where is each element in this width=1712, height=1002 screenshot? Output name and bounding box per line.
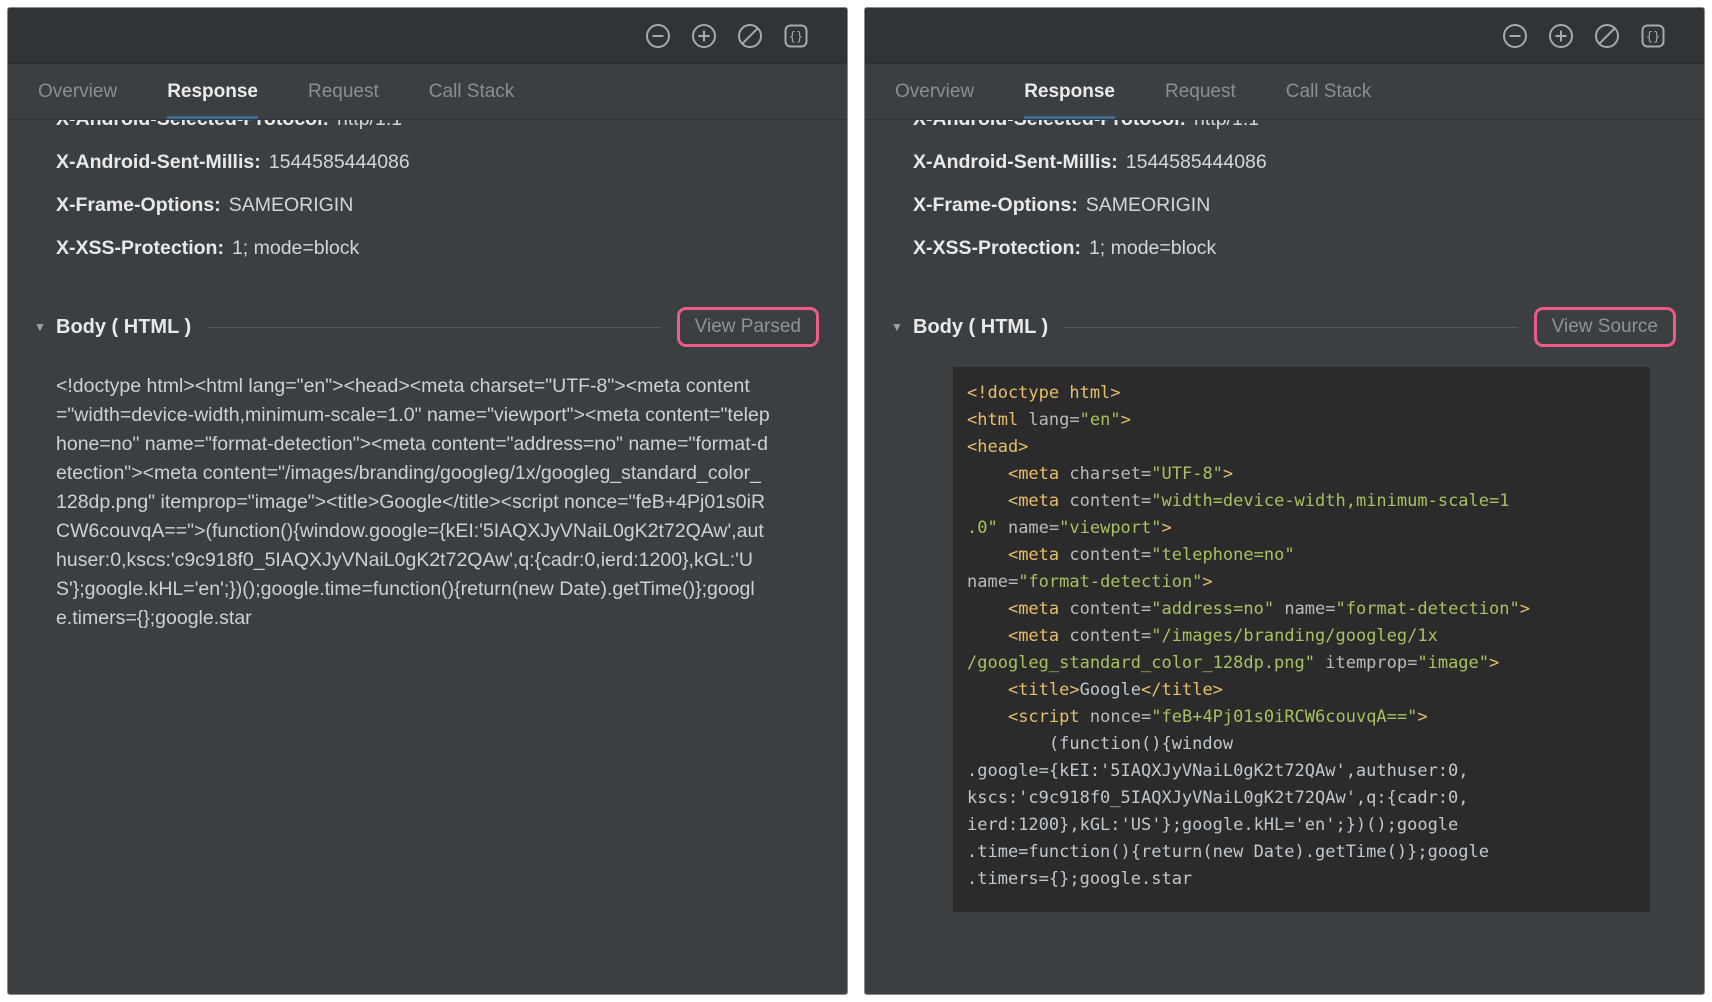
toolbar: {} [865, 8, 1704, 64]
screenshot-stage: {} Overview Response Request Call Stack … [0, 0, 1712, 1002]
header-value: SAMEORIGIN [229, 194, 354, 216]
svg-text:{}: {} [1646, 29, 1660, 43]
source-code-view: <!doctype html><html lang="en"><head> <m… [953, 367, 1650, 912]
body-section-header: ▼ Body ( HTML ) View Source [913, 304, 1676, 350]
header-name: X-Android-Selected-Protocol [56, 120, 323, 130]
header-separator: : [214, 194, 221, 216]
code-line: <meta content="address=no" name="format-… [967, 596, 1642, 623]
header-separator: : [1180, 120, 1187, 130]
header-value: 1; mode=block [1089, 237, 1216, 259]
header-separator: : [217, 237, 224, 259]
header-name: X-Android-Sent-Millis [56, 151, 254, 173]
code-line: .timers={};google.star [967, 866, 1642, 893]
header-name: X-Android-Selected-Protocol [913, 120, 1180, 130]
tab-call-stack[interactable]: Call Stack [1286, 64, 1372, 119]
header-row: X-XSS-Protection:1; mode=block [913, 227, 1676, 270]
divider [207, 327, 661, 328]
header-row: X-Android-Selected-Protocol: http/1.1 [56, 120, 819, 141]
zoom-in-icon[interactable] [689, 21, 719, 51]
header-value: http/1.1 [337, 120, 402, 130]
header-separator: : [1111, 151, 1118, 173]
header-row: X-Android-Sent-Millis:1544585444086 [913, 141, 1676, 184]
header-value: http/1.1 [1194, 120, 1259, 130]
header-value: 1544585444086 [269, 151, 410, 173]
code-line: <meta content="width=device-width,minimu… [967, 488, 1642, 515]
tab-request[interactable]: Request [1165, 64, 1236, 119]
body-section-title: Body ( HTML ) [56, 316, 191, 339]
parsed-body-text: <!doctype html><html lang="en"><head><me… [56, 372, 770, 633]
header-name: X-Frame-Options [913, 194, 1071, 216]
network-inspector-panel-parsed: {} Overview Response Request Call Stack … [7, 7, 848, 995]
header-separator: : [254, 151, 261, 173]
tab-call-stack[interactable]: Call Stack [429, 64, 515, 119]
header-name: X-XSS-Protection [913, 237, 1074, 259]
header-separator: : [323, 120, 330, 130]
tabbar: Overview Response Request Call Stack [8, 64, 847, 120]
code-line: <meta content="/images/branding/googleg/… [967, 623, 1642, 650]
code-line: kscs:'c9c918f0_5IAQXJyVNaiL0gK2t72QAw',q… [967, 785, 1642, 812]
zoom-out-icon[interactable] [643, 21, 673, 51]
collapse-arrow-icon[interactable]: ▼ [891, 320, 913, 334]
divider [1064, 327, 1518, 328]
code-line: name="format-detection"> [967, 569, 1642, 596]
header-name: X-Frame-Options [56, 194, 214, 216]
header-row: X-Android-Selected-Protocol: http/1.1 [913, 120, 1676, 141]
fit-to-window-icon[interactable]: {} [781, 21, 811, 51]
header-value: SAMEORIGIN [1086, 194, 1211, 216]
code-line: ierd:1200},kGL:'US'};google.kHL='en';})(… [967, 812, 1642, 839]
code-line: <!doctype html> [967, 380, 1642, 407]
header-name: X-Android-Sent-Millis [913, 151, 1111, 173]
code-line: <meta content="telephone=no" [967, 542, 1642, 569]
code-line: (function(){window [967, 731, 1642, 758]
fit-to-window-icon[interactable]: {} [1638, 21, 1668, 51]
header-row: X-XSS-Protection:1; mode=block [56, 227, 819, 270]
body-section-title: Body ( HTML ) [913, 316, 1048, 339]
reset-zoom-icon[interactable] [735, 21, 765, 51]
collapse-arrow-icon[interactable]: ▼ [34, 320, 56, 334]
response-content: X-Android-Selected-Protocol: http/1.1 X-A… [8, 120, 847, 994]
header-name: X-XSS-Protection [56, 237, 217, 259]
response-content: X-Android-Selected-Protocol: http/1.1 X-A… [865, 120, 1704, 994]
reset-zoom-icon[interactable] [1592, 21, 1622, 51]
svg-text:{}: {} [789, 29, 803, 43]
header-row: X-Android-Sent-Millis:1544585444086 [56, 141, 819, 184]
code-line: <html lang="en"> [967, 407, 1642, 434]
code-line: .0" name="viewport"> [967, 515, 1642, 542]
view-source-button[interactable]: View Source [1534, 307, 1676, 347]
network-inspector-panel-source: {} Overview Response Request Call Stack … [864, 7, 1705, 995]
view-parsed-button[interactable]: View Parsed [677, 307, 819, 347]
tab-response[interactable]: Response [167, 64, 258, 119]
zoom-in-icon[interactable] [1546, 21, 1576, 51]
code-line: <meta charset="UTF-8"> [967, 461, 1642, 488]
header-value: 1; mode=block [232, 237, 359, 259]
code-line: <title>Google</title> [967, 677, 1642, 704]
toolbar: {} [8, 8, 847, 64]
tab-response[interactable]: Response [1024, 64, 1115, 119]
header-value: 1544585444086 [1126, 151, 1267, 173]
code-line: .time=function(){return(new Date).getTim… [967, 839, 1642, 866]
header-row: X-Frame-Options: SAMEORIGIN [56, 184, 819, 227]
zoom-out-icon[interactable] [1500, 21, 1530, 51]
tab-overview[interactable]: Overview [38, 64, 117, 119]
tabbar: Overview Response Request Call Stack [865, 64, 1704, 120]
code-line: <head> [967, 434, 1642, 461]
tab-overview[interactable]: Overview [895, 64, 974, 119]
code-line: /googleg_standard_color_128dp.png" itemp… [967, 650, 1642, 677]
code-line: <script nonce="feB+4Pj01s0iRCW6couvqA=="… [967, 704, 1642, 731]
body-section-header: ▼ Body ( HTML ) View Parsed [56, 304, 819, 350]
code-line: .google={kEI:'5IAQXJyVNaiL0gK2t72QAw',au… [967, 758, 1642, 785]
tab-request[interactable]: Request [308, 64, 379, 119]
header-separator: : [1071, 194, 1078, 216]
header-row: X-Frame-Options: SAMEORIGIN [913, 184, 1676, 227]
header-separator: : [1074, 237, 1081, 259]
